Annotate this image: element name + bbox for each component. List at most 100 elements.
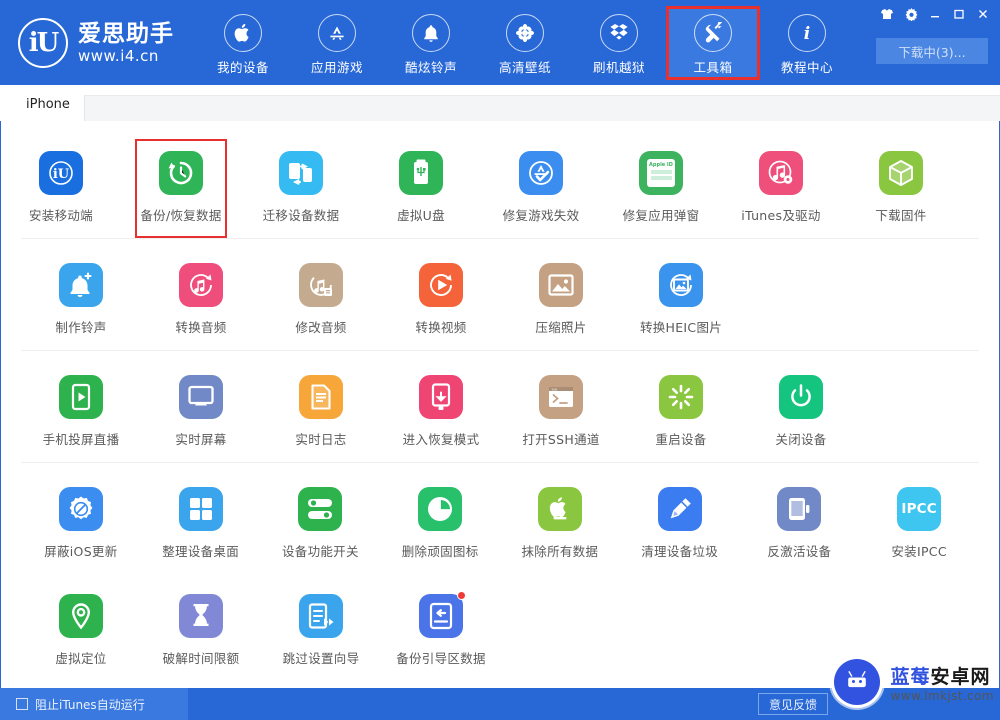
make-ringtone-icon	[59, 263, 103, 307]
tool-item[interactable]: 进入恢复模式	[381, 369, 501, 456]
nav-label: 应用游戏	[310, 60, 363, 75]
download-status-button[interactable]: 下载中(3)...	[876, 38, 988, 64]
tool-label: 下载固件	[875, 208, 927, 223]
tool-item[interactable]: iU 安装移动端	[1, 145, 121, 232]
live-log-icon	[299, 375, 343, 419]
tool-item[interactable]: 关闭设备	[741, 369, 861, 456]
tool-item[interactable]: 虚拟U盘	[361, 145, 481, 232]
power-off-icon	[779, 375, 823, 419]
tool-item[interactable]: 实时屏幕	[141, 369, 261, 456]
window-controls	[876, 4, 994, 24]
tool-item[interactable]: 迁移设备数据	[241, 145, 361, 232]
tool-row: 屏蔽iOS更新 整理设备桌面 设备功能开关 删除顽固图标 抹除所有数据 清理设备垃圾 反激活…	[21, 463, 979, 574]
tool-item[interactable]: 清理设备垃圾	[620, 481, 740, 568]
minimize-icon[interactable]	[924, 4, 946, 24]
appstore-icon	[318, 14, 356, 52]
new-badge	[457, 591, 466, 600]
nav-item-jailbreak[interactable]: 刷机越狱	[572, 6, 666, 80]
tool-item[interactable]: 删除顽固图标	[380, 481, 500, 568]
tool-item[interactable]: 压缩照片	[501, 257, 621, 344]
tool-label: 转换音频	[175, 320, 227, 335]
tool-item[interactable]: 抹除所有数据	[500, 481, 620, 568]
tool-label: 修复应用弹窗	[622, 208, 700, 223]
tool-item[interactable]: 下载固件	[841, 145, 961, 232]
tool-item[interactable]: 跳过设置向导	[261, 588, 381, 675]
tool-label: 实时屏幕	[175, 432, 227, 447]
tool-row: 手机投屏直播 实时屏幕 实时日志 进入恢复模式 SSH 打开SSH通道 重启设备 关闭设备	[21, 351, 979, 462]
tool-item[interactable]: 虚拟定位	[21, 588, 141, 675]
tool-item[interactable]: 备份/恢复数据	[121, 139, 241, 238]
nav-item-toolbox[interactable]: 工具箱	[666, 6, 760, 80]
tools-icon	[694, 14, 732, 52]
tool-item[interactable]: IPCC 安装IPCC	[859, 481, 979, 568]
fix-game-icon	[519, 151, 563, 195]
erase-all-icon	[537, 487, 582, 531]
app-header: iU 爱思助手 www.i4.cn 我的设备 应用游戏 酷炫铃声 高清壁纸 刷机…	[0, 0, 1000, 85]
tool-label: 实时日志	[295, 432, 347, 447]
tool-item[interactable]: 反激活设备	[740, 481, 860, 568]
tool-item[interactable]: 转换音频	[141, 257, 261, 344]
nav-item-wallpapers[interactable]: 高清壁纸	[478, 6, 572, 80]
tool-item[interactable]: 整理设备桌面	[141, 481, 261, 568]
block-ios-update-icon	[58, 487, 103, 531]
nav-label: 刷机越狱	[592, 60, 645, 75]
status-bar: 阻止iTunes自动运行 意见反馈	[0, 688, 1000, 720]
feedback-button[interactable]: 意见反馈	[757, 693, 828, 715]
tab-iphone[interactable]: iPhone	[12, 87, 84, 121]
maximize-icon[interactable]	[948, 4, 970, 24]
nav-item-apps-games[interactable]: 应用游戏	[290, 6, 384, 80]
tool-group: 手机投屏直播 实时屏幕 实时日志 进入恢复模式 SSH 打开SSH通道 重启设备 关闭设备	[21, 350, 979, 462]
block-itunes-checkbox[interactable]: 阻止iTunes自动运行	[0, 688, 188, 720]
skin-icon[interactable]	[876, 4, 898, 24]
tool-item[interactable]: 重启设备	[621, 369, 741, 456]
tool-label: 抹除所有数据	[521, 544, 599, 559]
tool-item[interactable]: 破解时间限额	[141, 588, 261, 675]
brand-url: www.i4.cn	[78, 47, 159, 65]
app-window: iU 爱思助手 www.i4.cn 我的设备 应用游戏 酷炫铃声 高清壁纸 刷机…	[0, 0, 1000, 720]
nav-label: 教程中心	[780, 60, 833, 75]
tool-item[interactable]: 制作铃声	[21, 257, 141, 344]
tool-item[interactable]: 转换视频	[381, 257, 501, 344]
tool-item[interactable]: 转换HEIC图片	[621, 257, 741, 344]
svg-text:SSH: SSH	[552, 387, 558, 391]
info-icon: i	[788, 14, 826, 52]
tool-label: 跳过设置向导	[282, 651, 360, 666]
convert-heic-icon	[659, 263, 703, 307]
tool-label: 修改音频	[295, 320, 347, 335]
delete-icon-icon	[418, 487, 463, 531]
close-icon[interactable]	[972, 4, 994, 24]
reboot-device-icon	[659, 375, 703, 419]
nav-item-my-device[interactable]: 我的设备	[196, 6, 290, 80]
tool-item[interactable]: 屏蔽iOS更新	[21, 481, 141, 568]
install-ipcc-icon: IPCC	[897, 487, 942, 531]
checkbox-box[interactable]	[16, 698, 28, 710]
tool-item[interactable]: 实时日志	[261, 369, 381, 456]
tabbar-filler	[83, 95, 1000, 121]
screen-cast-icon	[59, 375, 103, 419]
tool-label: 备份/恢复数据	[140, 208, 222, 223]
nav-item-tutorials[interactable]: i 教程中心	[760, 6, 854, 80]
tool-item[interactable]: 设备功能开关	[261, 481, 381, 568]
tool-item[interactable]: iTunes及驱动	[721, 145, 841, 232]
tool-item[interactable]: 修改音频	[261, 257, 381, 344]
tool-label: 进入恢复模式	[402, 432, 480, 447]
tool-label: 设备功能开关	[281, 544, 359, 559]
tool-label: 转换HEIC图片	[639, 320, 723, 335]
nav-item-ringtones[interactable]: 酷炫铃声	[384, 6, 478, 80]
settings-gear-icon[interactable]	[900, 4, 922, 24]
tool-label: 虚拟U盘	[397, 208, 445, 223]
tool-label: 关闭设备	[775, 432, 827, 447]
time-limit-icon	[179, 594, 223, 638]
tool-group: 屏蔽iOS更新 整理设备桌面 设备功能开关 删除顽固图标 抹除所有数据 清理设备垃圾 反激活…	[21, 462, 979, 681]
box-icon	[600, 14, 638, 52]
tool-label: 打开SSH通道	[522, 432, 600, 447]
tool-label: 整理设备桌面	[162, 544, 240, 559]
edit-audio-icon	[299, 263, 343, 307]
tool-item[interactable]: Apple ID 修复应用弹窗	[601, 145, 721, 232]
tool-item[interactable]: 修复游戏失效	[481, 145, 601, 232]
tool-item[interactable]: 备份引导区数据	[381, 588, 501, 675]
tool-item[interactable]: 手机投屏直播	[21, 369, 141, 456]
tool-label: 迁移设备数据	[262, 208, 340, 223]
live-screen-icon	[179, 375, 223, 419]
tool-item[interactable]: SSH 打开SSH通道	[501, 369, 621, 456]
